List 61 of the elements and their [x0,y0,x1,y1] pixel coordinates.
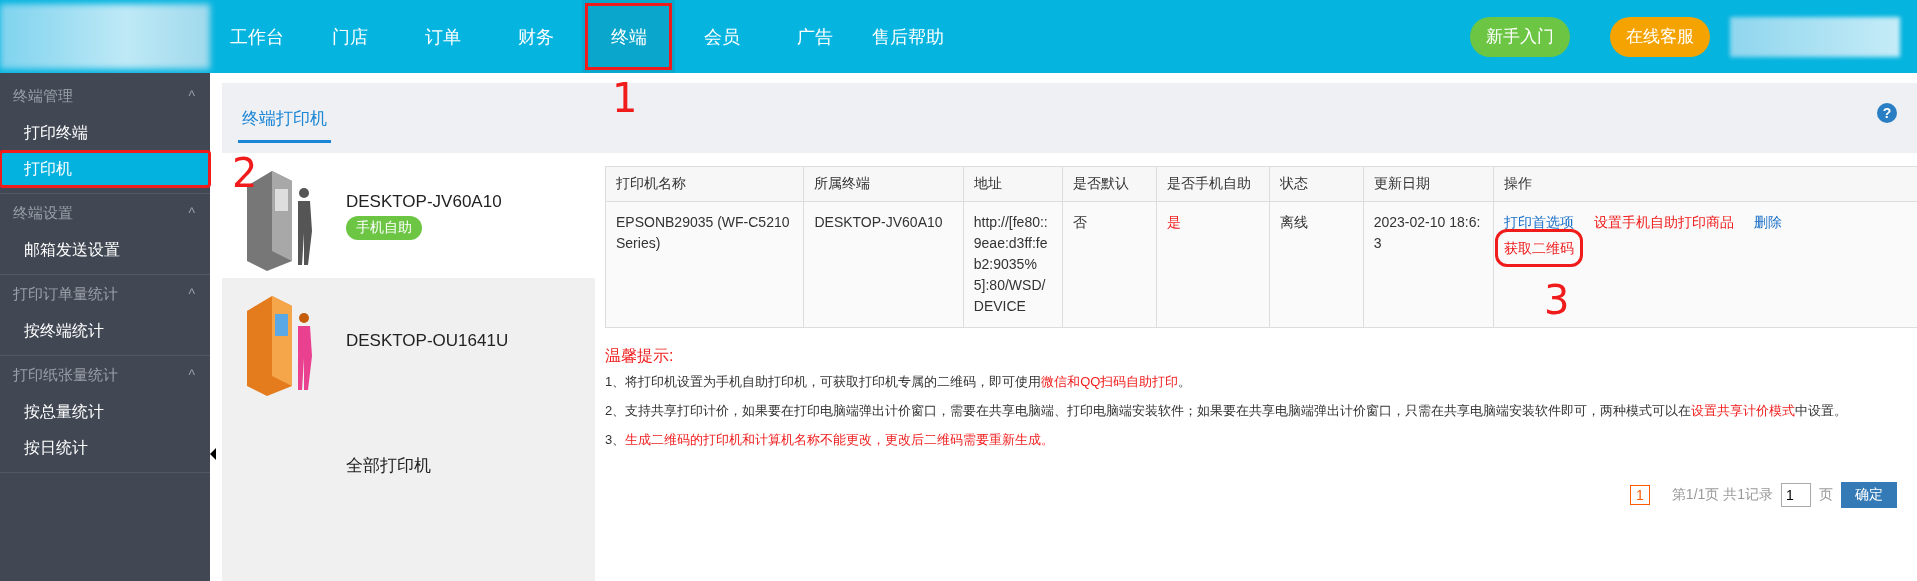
sidebar-item[interactable]: 按终端统计 [0,313,210,349]
column-header: 状态 [1269,166,1364,202]
table-cell: 2023-02-10 18:6:3 [1363,201,1494,328]
tab[interactable]: 终端打印机 [238,107,331,143]
action-link[interactable]: 设置手机自助打印商品 [1593,212,1734,232]
nav-item[interactable]: 门店 [303,0,396,73]
column-header: 地址 [963,166,1063,202]
column-header: 更新日期 [1363,166,1494,202]
annotation-number: 3 [1543,280,1570,320]
sidebar-group-header[interactable]: 打印纸张量统计 ^ [0,356,210,394]
printer-name: 全部打印机 [346,455,431,477]
nav-item[interactable]: 工作台 [210,0,303,73]
nav-item[interactable]: 订单 [396,0,489,73]
nav-item[interactable]: 财务 [489,0,582,73]
page-unit: 页 [1819,486,1833,504]
caret-icon: ^ [188,367,195,383]
column-header: 操作 [1493,166,1917,202]
caret-icon: ^ [188,286,195,302]
annotation-number: 1 [612,78,638,118]
caret-icon: ^ [188,205,195,221]
table-cell: 否 [1062,201,1157,328]
sidebar-item[interactable]: 按总量统计 [0,394,210,430]
column-header: 是否手机自助 [1156,166,1270,202]
annotation-number: 2 [232,153,258,193]
header-button[interactable]: 新手入门 [1470,16,1570,57]
caret-icon: ^ [188,88,195,104]
note-text: 3、生成二维码的打印机和计算机名称不能更改，更改后二维码需要重新生成。 [605,431,1056,449]
group-title: 终端设置 [13,203,73,223]
nav-item[interactable]: 售后帮助 [861,0,954,73]
table-cell: DESKTOP-JV60A10 [803,201,964,328]
group-title: 打印纸张量统计 [13,365,118,385]
confirm-button[interactable]: 确定 [1841,482,1897,508]
help-icon[interactable]: ? [1877,103,1897,123]
group-title: 终端管理 [13,86,73,106]
table-cell: 离线 [1269,201,1364,328]
nav-item[interactable]: 会员 [675,0,768,73]
printer-name: DESKTOP-OU1641U [346,330,509,351]
table-cell: EPSONB29035 (WF-C5210 Series) [605,201,804,328]
action-link[interactable]: 打印首选项 [1503,212,1574,232]
table-cell: 是 [1156,201,1270,328]
page-summary: 第1/1页 共1记录 [1671,486,1773,504]
column-header: 打印机名称 [605,166,804,202]
sidebar-item[interactable]: 打印终端 [0,115,210,151]
action-link[interactable]: 删除 [1753,212,1782,232]
column-header: 所属终端 [803,166,964,202]
page-number[interactable]: 1 [1630,485,1650,505]
page-input[interactable]: 1 [1781,483,1811,507]
self-service-badge: 手机自助 [346,215,422,240]
sidebar-item[interactable]: 按日统计 [0,430,210,466]
group-title: 打印订单量统计 [13,284,118,304]
note-text: 2、支持共享打印计价，如果要在打印电脑端弹出计价窗口，需要在共享电脑端、打印电脑端安装软件；如果要在共享电脑端弹出计价窗口，只需在共享电脑端安装软件即可，两种模式可以在设置共享计价模式中设置。 [605,402,1849,420]
note-text: 1、将打印机设置为手机自助打印机，可获取打印机专属的二维码，即可使用微信和QQ扫码自助打印。 [605,373,1193,391]
notes-title: 温馨提示: [605,346,675,366]
table-cell: http://[fe80::9eae:d3ff:feb2:9035%5]:80/WSD/DEVICE [963,201,1063,328]
printer-name: DESKTOP-JV60A10 [346,191,502,212]
sidebar-item[interactable]: 邮箱发送设置 [0,232,210,268]
sidebar-group-header[interactable]: 终端设置 ^ [0,194,210,232]
sidebar-group-header[interactable]: 终端管理 ^ [0,77,210,115]
nav-item[interactable]: 广告 [768,0,861,73]
sidebar-group-header[interactable]: 打印订单量统计 ^ [0,275,210,313]
column-header: 是否默认 [1062,166,1157,202]
